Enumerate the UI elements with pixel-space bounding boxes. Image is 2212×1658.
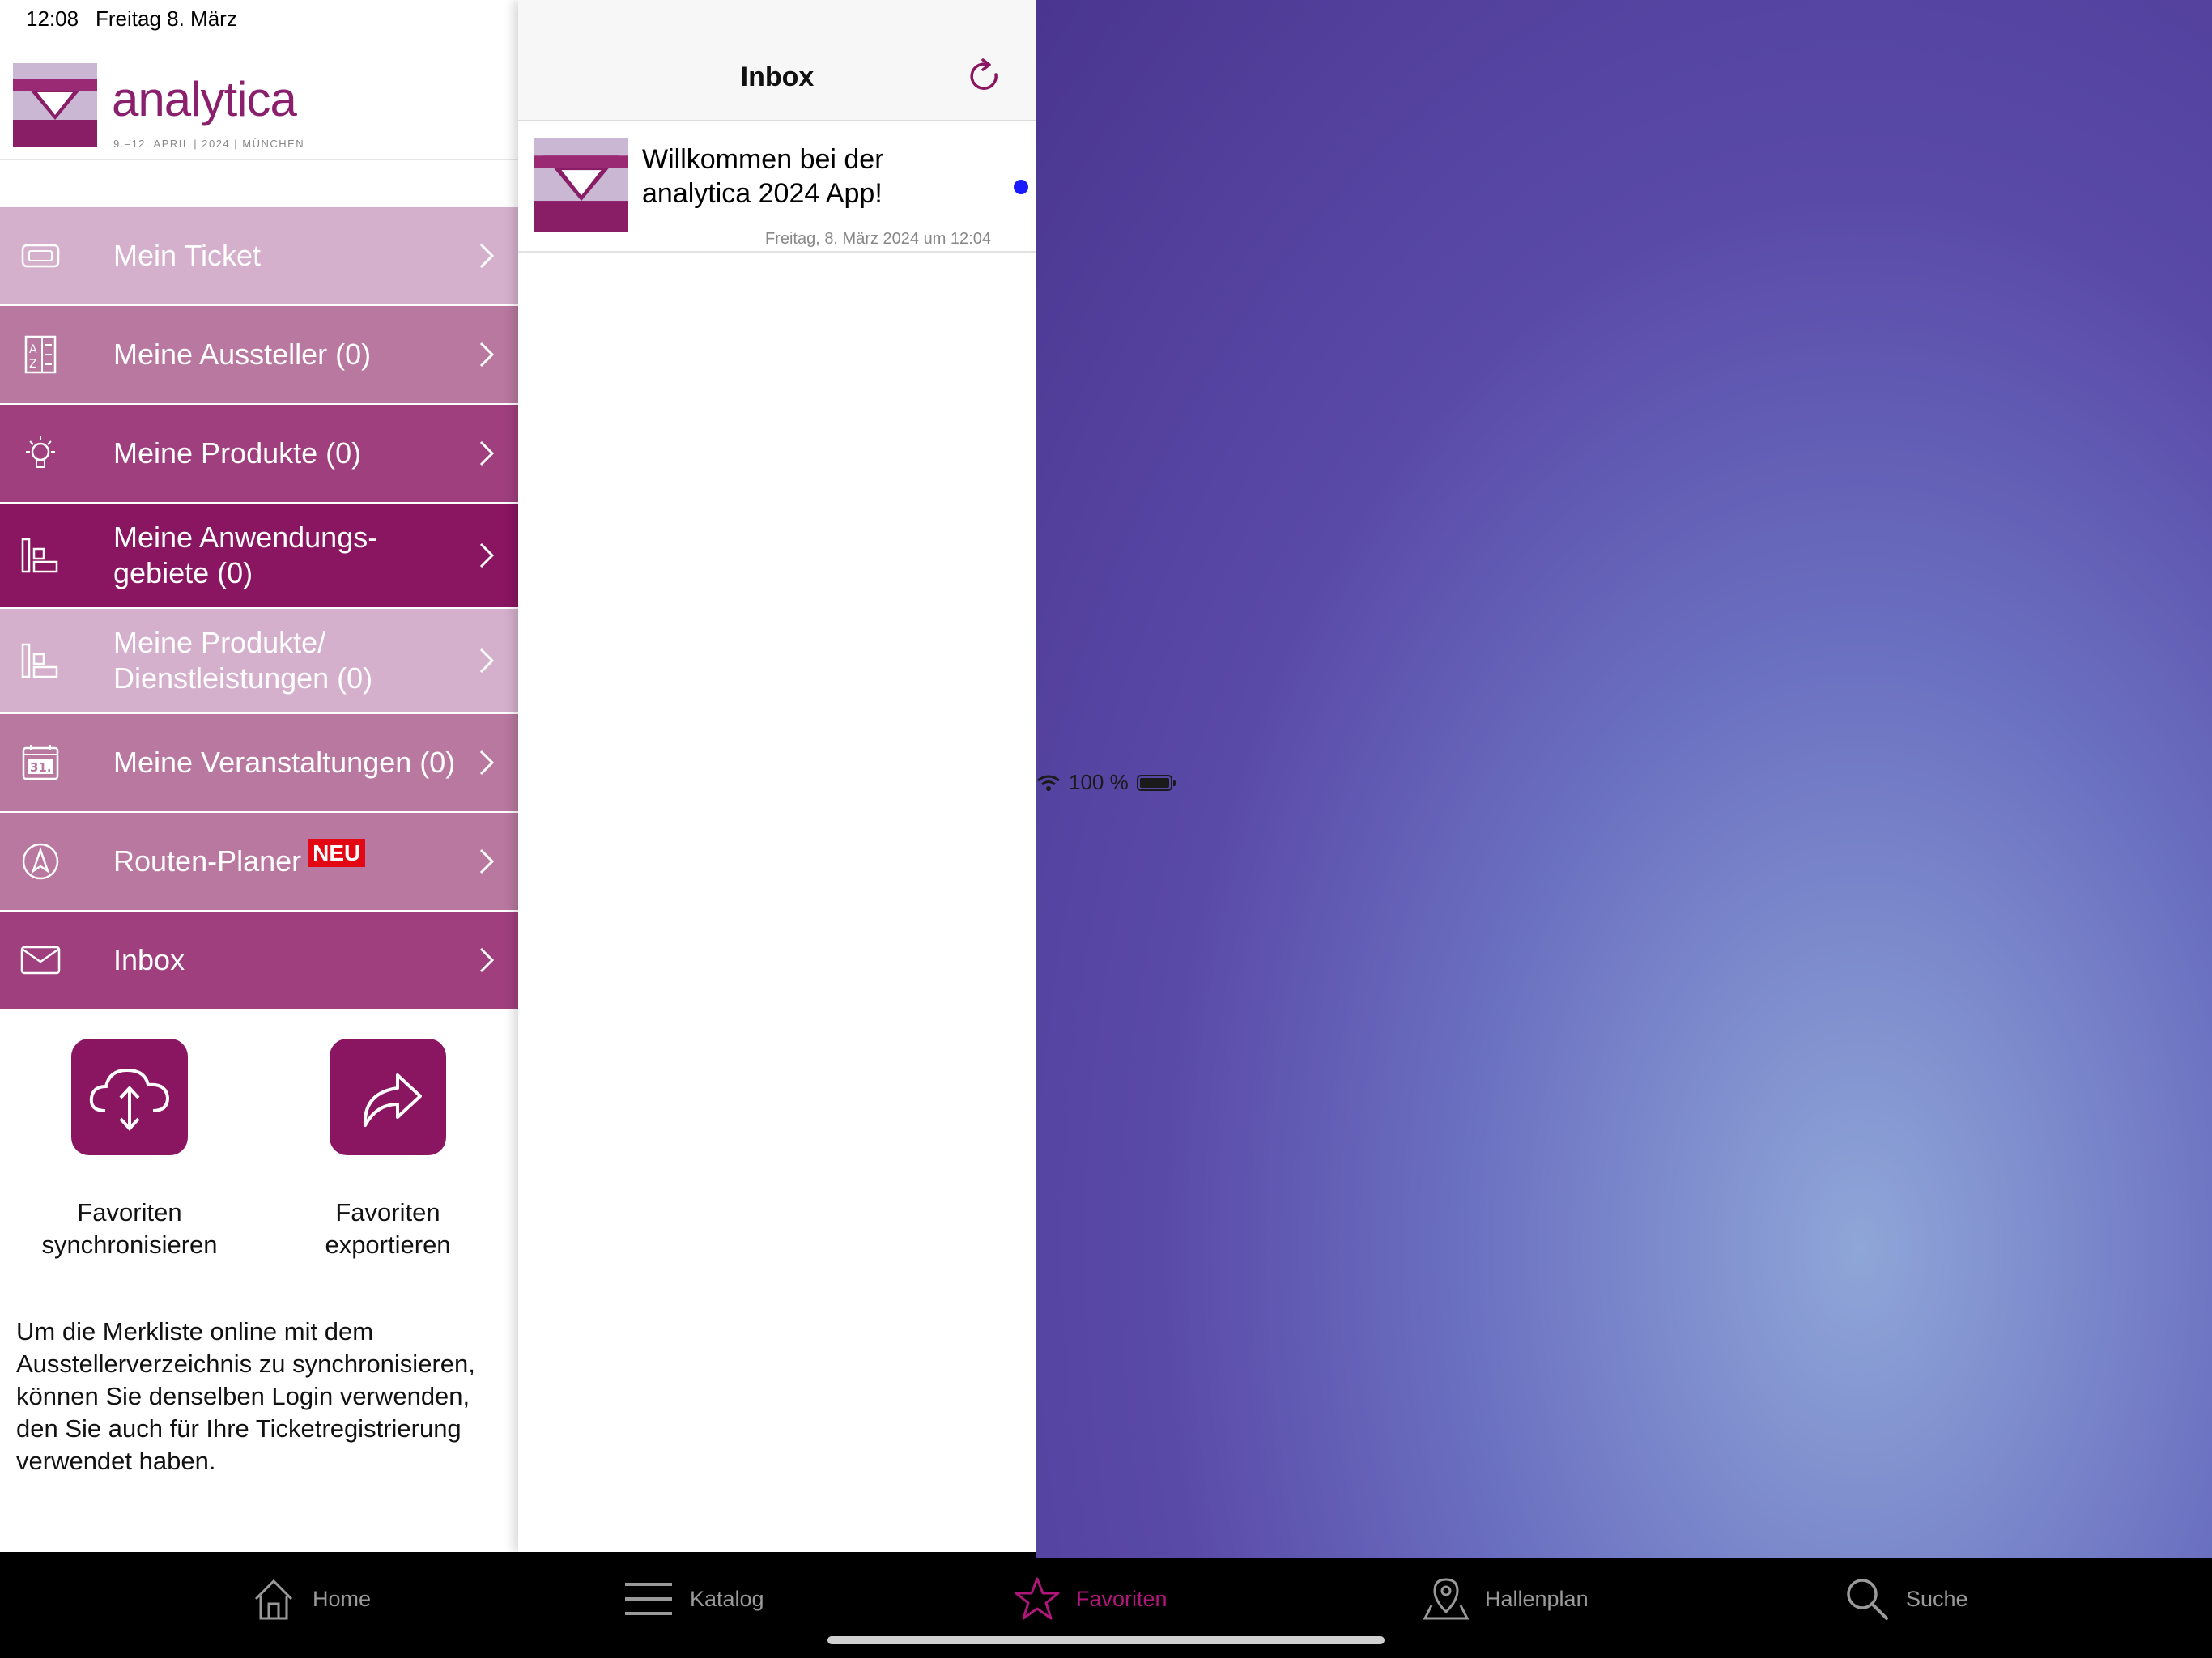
analytica-logo-icon: [13, 63, 97, 147]
message-thumbnail-logo-icon: [534, 138, 628, 232]
menu-label: Inbox: [113, 943, 185, 976]
new-badge: NEU: [308, 839, 366, 867]
favorites-menu: Mein Ticket AZ Meine Aussteller (0) Mein…: [0, 207, 518, 1009]
message-title: Willkommen bei der analytica 2024 App!: [642, 144, 884, 209]
menu-item-route-planner[interactable]: Routen-Planer NEU: [0, 813, 518, 912]
tab-label: Suche: [1906, 1586, 1968, 1611]
favorites-actions: Favoriten synchronisieren Favoriten expo…: [0, 1039, 518, 1282]
menu-label: Mein Ticket: [113, 239, 262, 272]
menu-item-events[interactable]: 31. Meine Veranstaltungen (0): [0, 714, 518, 813]
battery-percent: 100 %: [1069, 770, 1129, 794]
tab-catalog[interactable]: Katalog: [623, 1575, 764, 1623]
message-date: Freitag, 8. März 2024 um 12:04: [764, 230, 991, 248]
logo-wordmark: analytica: [112, 72, 297, 126]
menu-item-products-services[interactable]: Meine Produkte/ Dienstleistungen (0): [0, 609, 518, 714]
battery-icon: [1136, 774, 1176, 791]
svg-text:31.: 31.: [30, 760, 52, 775]
logo-subtitle: 9.–12. APRIL | 2024 | MÜNCHEN: [113, 138, 305, 150]
chevron-right-icon: [479, 848, 495, 874]
home-indicator[interactable]: [827, 1636, 1385, 1644]
ticket-icon: [19, 235, 62, 277]
home-icon: [254, 1579, 293, 1620]
star-icon: [1015, 1577, 1060, 1620]
menu-label: Meine Produkte (0): [113, 436, 362, 470]
unread-indicator: [1014, 180, 1028, 194]
wifi-icon: [1037, 775, 1060, 791]
menu-item-inbox[interactable]: Inbox: [0, 912, 518, 1009]
cloud-sync-icon: [89, 1068, 170, 1131]
menu-label: Meine Anwendungs- gebiete (0): [113, 521, 378, 589]
tab-search[interactable]: Suche: [1844, 1575, 1968, 1623]
export-favorites-button[interactable]: [330, 1039, 446, 1155]
menu-item-products[interactable]: Meine Produkte (0): [0, 405, 518, 504]
inbox-title: Inbox: [740, 62, 815, 92]
search-icon: [1847, 1579, 1888, 1620]
share-arrow-icon: [363, 1073, 422, 1127]
menu-label: Meine Produkte/ Dienstleistungen (0): [113, 626, 373, 695]
bar-layout-icon: [19, 534, 62, 576]
status-date: Freitag 8. März: [96, 6, 237, 31]
route-planner-label: Routen-Planer: [113, 844, 302, 878]
status-time: 12:08: [26, 6, 79, 31]
chevron-right-icon: [479, 947, 495, 973]
lightbulb-icon: [19, 432, 62, 474]
app-header: analytica 9.–12. APRIL | 2024 | MÜNCHEN: [0, 55, 518, 160]
tab-hall-plan[interactable]: Hallenplan: [1423, 1575, 1589, 1623]
map-pin-icon: [1423, 1578, 1469, 1620]
mail-icon: [19, 939, 62, 981]
menu-item-application-areas[interactable]: Meine Anwendungs- gebiete (0): [0, 504, 518, 609]
svg-text:A: A: [29, 343, 37, 356]
sync-favorites-label: Favoriten synchronisieren: [41, 1198, 218, 1259]
chevron-right-icon: [479, 243, 495, 269]
tab-label: Hallenplan: [1485, 1586, 1589, 1611]
status-bar: 12:08 Freitag 8. März 100 %: [0, 0, 2212, 1558]
tab-label: Home: [313, 1586, 372, 1611]
sync-favorites-button[interactable]: [71, 1039, 188, 1155]
inbox-panel: Inbox Willkommen bei der analytica 2024 …: [518, 0, 1036, 1552]
menu-item-ticket[interactable]: Mein Ticket: [0, 207, 518, 306]
menu-label: Meine Veranstaltungen (0): [113, 746, 456, 779]
chevron-right-icon: [479, 542, 495, 568]
navigation-icon: [19, 840, 62, 882]
tab-home[interactable]: Home: [251, 1575, 371, 1623]
favorites-panel: analytica 9.–12. APRIL | 2024 | MÜNCHEN …: [0, 0, 518, 1552]
menu-label: Routen-Planer NEU: [113, 839, 366, 879]
tab-favorites[interactable]: Favoriten: [1015, 1575, 1168, 1623]
menu-item-exhibitors[interactable]: AZ Meine Aussteller (0): [0, 306, 518, 405]
svg-text:Z: Z: [29, 358, 37, 371]
tab-label: Katalog: [690, 1586, 764, 1611]
chevron-right-icon: [479, 750, 495, 776]
export-favorites-label: Favoriten exportieren: [325, 1198, 451, 1259]
bar-layout-icon: [19, 640, 62, 682]
chevron-right-icon: [479, 342, 495, 368]
az-list-icon: AZ: [19, 334, 62, 376]
inbox-message[interactable]: Willkommen bei der analytica 2024 App! F…: [518, 121, 1036, 253]
chevron-right-icon: [479, 648, 495, 674]
calendar-icon: 31.: [19, 742, 62, 784]
refresh-icon[interactable]: [965, 57, 1004, 96]
menu-label: Meine Aussteller (0): [113, 338, 372, 371]
list-icon: [625, 1583, 672, 1615]
sync-info-text: Um die Merkliste online mit dem Ausstell…: [16, 1317, 475, 1475]
chevron-right-icon: [479, 440, 495, 466]
status-right: 100 %: [1036, 6, 2212, 1558]
tab-label: Favoriten: [1076, 1586, 1168, 1611]
